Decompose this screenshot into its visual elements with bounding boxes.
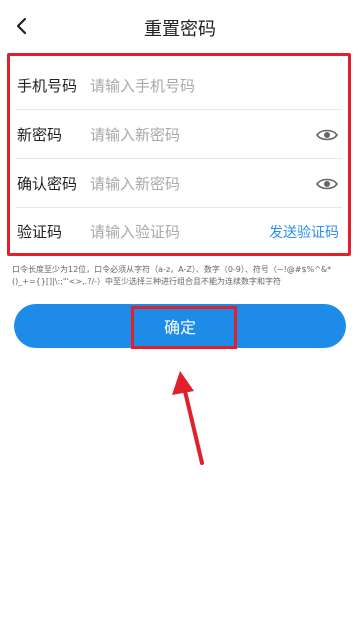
- phone-row: 手机号码: [10, 61, 348, 110]
- header-bar: 重置密码: [0, 0, 360, 52]
- phone-input[interactable]: [90, 70, 310, 101]
- password-hint: 口令长度至少为12位，口令必须从字符（a-z，A-Z）、数字（0-9）、符号（~…: [12, 265, 332, 286]
- code-row: 验证码 发送验证码: [10, 207, 348, 256]
- new-password-input[interactable]: [90, 119, 310, 150]
- confirm-button[interactable]: 确定: [14, 304, 346, 348]
- reset-password-form: 手机号码 新密码 确认密码 验证码 发送验证码: [7, 53, 351, 256]
- code-label: 验证码: [17, 223, 63, 241]
- phone-label: 手机号码: [17, 77, 78, 95]
- eye-icon: [316, 178, 338, 189]
- toggle-visibility-button[interactable]: [314, 174, 340, 194]
- confirm-password-row: 确认密码: [10, 159, 348, 208]
- send-code-button[interactable]: 发送验证码: [269, 222, 339, 242]
- confirm-label: 确定: [163, 318, 196, 337]
- page-title: 重置密码: [144, 19, 216, 40]
- toggle-visibility-button[interactable]: [314, 125, 340, 145]
- new-password-label: 新密码: [17, 126, 63, 144]
- confirm-password-label: 确认密码: [17, 175, 78, 193]
- eye-icon: [316, 129, 338, 140]
- new-password-row: 新密码: [10, 110, 348, 159]
- confirm-password-input[interactable]: [90, 168, 310, 199]
- annotation-arrow-icon: [172, 371, 204, 465]
- code-input[interactable]: [90, 216, 250, 247]
